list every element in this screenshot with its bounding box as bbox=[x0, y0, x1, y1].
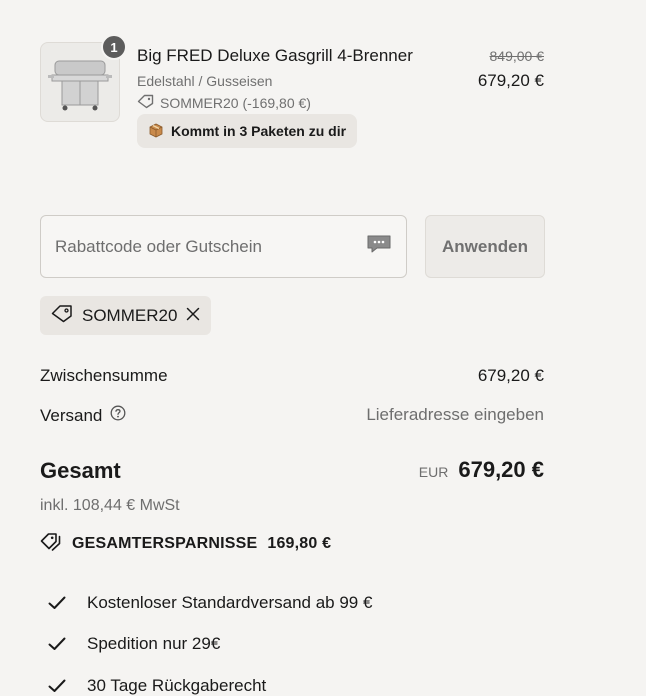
line-discount-text: SOMMER20 (-169,80 €) bbox=[160, 95, 311, 111]
subtotal-value: 679,20 € bbox=[477, 366, 544, 385]
savings-value: 169,80 € bbox=[267, 534, 332, 552]
list-item: Kostenloser Standardversand ab 99 € bbox=[48, 582, 372, 624]
subtotal-label: Zwischensumme bbox=[40, 366, 168, 385]
product-variant: Edelstahl / Gusseisen bbox=[137, 73, 273, 89]
tax-note: inkl. 108,44 € MwSt bbox=[40, 497, 180, 514]
benefit-text: Kostenloser Standardversand ab 99 € bbox=[87, 592, 373, 612]
password-manager-icon[interactable] bbox=[366, 234, 392, 259]
total-value: EUR 679,20 € bbox=[419, 457, 544, 483]
benefits-list: Kostenloser Standardversand ab 99 € Sped… bbox=[48, 582, 372, 696]
shipping-row: Versand bbox=[40, 405, 126, 426]
total-label: Gesamt bbox=[40, 458, 121, 483]
quantity-badge: 1 bbox=[101, 34, 127, 60]
list-item: Spedition nur 29€ bbox=[48, 624, 372, 666]
price-current: 679,20 € bbox=[477, 71, 544, 90]
total-currency: EUR bbox=[418, 464, 449, 480]
price-original: 849,00 € bbox=[489, 48, 545, 64]
package-icon bbox=[148, 122, 164, 141]
shipping-pill-text: Kommt in 3 Paketen zu dir bbox=[171, 123, 347, 139]
discount-code-input[interactable] bbox=[55, 236, 366, 257]
shipping-value: Lieferadresse eingeben bbox=[366, 405, 544, 424]
total-amount: 679,20 € bbox=[458, 457, 544, 482]
benefit-text: Spedition nur 29€ bbox=[87, 634, 221, 654]
gas-grill-image bbox=[48, 60, 112, 111]
line-discount: SOMMER20 (-169,80 €) bbox=[137, 94, 311, 112]
savings-label: GESAMTERSPARNISSE bbox=[72, 534, 258, 552]
checkmark-icon bbox=[48, 637, 87, 651]
benefit-text: 30 Tage Rückgaberecht bbox=[87, 675, 267, 695]
help-circle-icon[interactable] bbox=[110, 405, 126, 426]
tag-icon bbox=[51, 304, 73, 328]
total-savings: GESAMTERSPARNISSE 169,80 € bbox=[40, 531, 331, 556]
double-tag-icon bbox=[40, 531, 62, 556]
tag-icon bbox=[137, 94, 154, 112]
product-title: Big FRED Deluxe Gasgrill 4-Brenner bbox=[137, 46, 413, 65]
checkmark-icon bbox=[48, 679, 87, 693]
applied-discount-tag: SOMMER20 bbox=[40, 296, 212, 335]
checkmark-icon bbox=[48, 596, 87, 610]
applied-code-text: SOMMER20 bbox=[82, 305, 178, 325]
shipping-label: Versand bbox=[40, 405, 103, 425]
remove-code-close-icon[interactable] bbox=[186, 306, 200, 326]
list-item: 30 Tage Rückgaberecht bbox=[48, 665, 372, 696]
discount-code-field[interactable] bbox=[40, 215, 407, 278]
shipping-info-pill: Kommt in 3 Paketen zu dir bbox=[137, 114, 358, 148]
apply-discount-button[interactable]: Anwenden bbox=[425, 215, 545, 278]
